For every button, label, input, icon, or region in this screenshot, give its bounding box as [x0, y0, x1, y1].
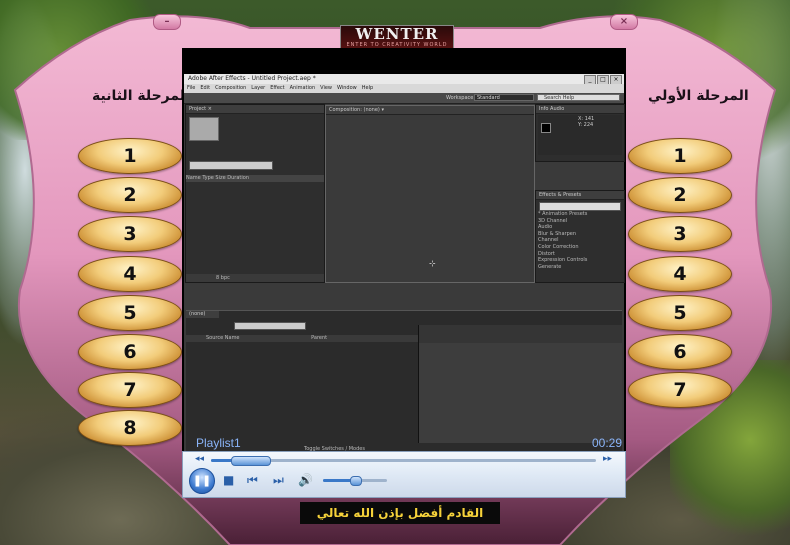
video-comp-tab: Composition: (none) ▾ [326, 106, 534, 115]
video-composition-panel: Composition: (none) ▾ [325, 105, 535, 283]
video-project-columns: Name Type Size Duration [186, 175, 324, 182]
seek-bar[interactable] [211, 456, 596, 466]
video-effect-item: Channel [538, 237, 559, 244]
video-effect-item: * Animation Presets [538, 211, 588, 217]
media-player: Adobe After Effects - Untitled Project.a… [182, 48, 626, 498]
next-icon[interactable]: ⏭ [273, 473, 284, 488]
stage1-lesson-button[interactable]: 5 [628, 295, 732, 331]
video-timeline-search [234, 322, 306, 330]
video-effect-item: Audio [538, 224, 553, 231]
video-effect-item: 3D Channel [538, 217, 568, 224]
logo-text: WENTER [355, 25, 439, 43]
video-info-values: X: 141 Y: 224 [578, 116, 595, 128]
video-effects-panel: Effects & Presets * Animation Presets 3D… [535, 190, 625, 283]
video-effect-item: Blur & Sharpen [538, 230, 577, 237]
video-timeline-header: Source Name Parent [186, 335, 436, 342]
stage2-lesson-button[interactable]: 5 [78, 295, 182, 331]
video-menu-item: View [320, 85, 333, 91]
video-effect-item: Distort [538, 250, 555, 257]
video-project-bpc: 8 bpc [186, 274, 324, 282]
video-effects-search [539, 202, 621, 211]
fast-forward-icon[interactable]: ▸▸ [603, 454, 612, 464]
right-column-title: المرحلة الأولي [648, 88, 749, 104]
video-effect-item: Expression Controls [538, 257, 588, 264]
video-effect-item: Color Correction [538, 243, 579, 250]
video-menu-item: Composition [215, 85, 247, 91]
video-project-tab: Project × [186, 105, 324, 114]
video-menu-item: Animation [289, 85, 316, 91]
video-info-box: X: 141 Y: 224 [538, 115, 622, 155]
player-controls: ◂◂ ▸▸ ❚❚ ■ ⏮ ⏭ 🔊 [182, 451, 626, 498]
left-column-title: المرحلة الثانية [92, 88, 190, 104]
stage1-lesson-button[interactable]: 1 [628, 138, 732, 174]
video-project-panel: Project × Name Type Size Duration 8 bpc [185, 104, 325, 283]
stage1-lesson-button[interactable]: 7 [628, 372, 732, 408]
video-timeline-track [418, 343, 622, 443]
stage2-lesson-button[interactable]: 1 [78, 138, 182, 174]
video-timeline-ruler [418, 325, 622, 343]
pause-icon[interactable]: ❚❚ [189, 468, 215, 494]
stage2-lesson-button[interactable]: 7 [78, 372, 182, 408]
video-info-panel: Info Audio X: 141 Y: 224 [535, 104, 625, 162]
elapsed-time: 00:29 [591, 436, 622, 450]
minimize-button[interactable]: – [153, 14, 181, 30]
stage1-lesson-button[interactable]: 6 [628, 334, 732, 370]
video-menu-item: Help [361, 85, 374, 91]
playlist-title: Playlist1 [196, 436, 241, 450]
stage2-lesson-button[interactable]: 4 [78, 256, 182, 292]
video-timeline-parent: Parent [311, 335, 328, 341]
video-menu-item: Layer [251, 85, 266, 91]
stage1-lesson-button[interactable]: 3 [628, 216, 732, 252]
video-timeline-source: Source Name [206, 335, 240, 341]
volume-slider[interactable] [323, 476, 387, 486]
video-effects-tab: Effects & Presets [536, 191, 624, 200]
stage2-lesson-button[interactable]: 2 [78, 177, 182, 213]
video-menu-item: Effect [270, 85, 285, 91]
video-app-title: Adobe After Effects - Untitled Project.a… [184, 74, 624, 84]
seek-handle[interactable] [230, 456, 271, 466]
video-info-tab: Info Audio [536, 105, 624, 114]
stop-icon[interactable]: ■ [223, 473, 234, 487]
video-workspace-value: Standard [474, 94, 534, 101]
video-menu-item: File [187, 85, 196, 91]
video-menu-item: Window [337, 85, 357, 91]
video-window-buttons: _ □ × [584, 75, 622, 85]
video-workspace-label: Workspace: [446, 95, 476, 101]
video-menu-item: Edit [200, 85, 211, 91]
volume-handle[interactable] [350, 476, 362, 486]
video-search-help: Search Help [537, 94, 620, 101]
close-button[interactable]: × [610, 14, 638, 30]
caption-text: القادم أفضل بإذن الله تعالي [300, 502, 500, 524]
stage2-lesson-button[interactable]: 8 [78, 410, 182, 446]
video-color-swatch [541, 123, 551, 133]
mouse-cursor-icon: ⊹ [429, 259, 436, 268]
video-timeline-tab: (none) [186, 311, 219, 318]
stage2-lesson-button[interactable]: 6 [78, 334, 182, 370]
previous-icon[interactable]: ⏮ [247, 473, 258, 488]
stage1-lesson-button[interactable]: 4 [628, 256, 732, 292]
video-toolbar: Workspace: Standard Search Help [184, 93, 624, 104]
volume-icon[interactable]: 🔊 [298, 473, 313, 487]
video-effects-list: * Animation Presets 3D Channel Audio Blu… [538, 211, 622, 270]
video-timeline-panel: (none) Source Name Parent Toggle Switche… [186, 310, 622, 453]
video-area[interactable]: Adobe After Effects - Untitled Project.a… [184, 74, 625, 453]
rewind-icon[interactable]: ◂◂ [195, 454, 204, 464]
video-effect-item: Generate [538, 263, 562, 270]
video-project-search [189, 161, 273, 170]
video-project-thumbnail [189, 117, 219, 141]
stage1-lesson-button[interactable]: 2 [628, 177, 732, 213]
stage2-lesson-button[interactable]: 3 [78, 216, 182, 252]
video-menu-bar: File Edit Composition Layer Effect Anima… [184, 84, 624, 93]
